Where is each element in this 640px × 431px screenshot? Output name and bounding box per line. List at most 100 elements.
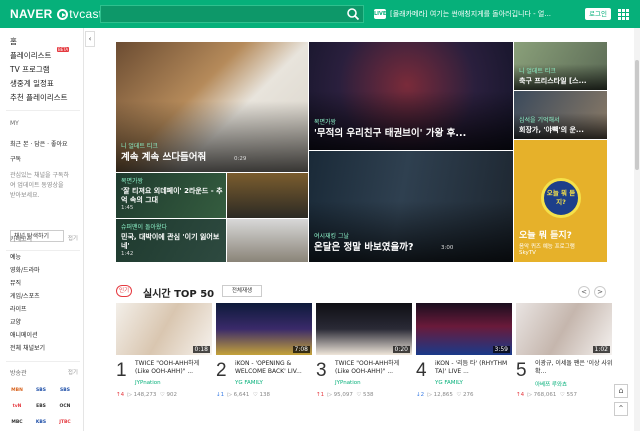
broadcast-section-title: 방송관 bbox=[10, 370, 27, 377]
broadcaster-logo[interactable]: JTBC bbox=[58, 419, 72, 427]
video-title[interactable]: TWICE "OOH-AHH하게 (Like OOH-AHH)" ... bbox=[135, 360, 213, 376]
broadcaster-logo[interactable]: OCN bbox=[58, 403, 72, 411]
tile-title: '잘 티져요 외데페이' 2라운드 - 추억 속의 그대 bbox=[121, 187, 223, 204]
view-count: 6,641 bbox=[233, 392, 250, 398]
category-item[interactable]: 교양 bbox=[10, 317, 21, 326]
like-count: 276 bbox=[463, 392, 474, 398]
video-thumbnail[interactable]: 1:02 bbox=[516, 303, 612, 355]
tile-channel: SkyTV bbox=[519, 250, 536, 256]
video-stats: ↑4 ▷ 148,273 ♡ 902 bbox=[116, 392, 177, 398]
news-ticker[interactable]: [몰래카메라] 여기는 썬애칭지게를 돌아러깁니다 - 얼... bbox=[390, 9, 551, 19]
category-all-channels[interactable]: 전체 채널보기 bbox=[10, 343, 45, 352]
like-icon: ♡ bbox=[559, 392, 565, 398]
video-rank: 4 bbox=[416, 360, 427, 381]
featured-tile[interactable]: 심석을 기억해서 회장가, '야빽'의 운... bbox=[514, 91, 607, 139]
video-card[interactable]: 3:59 4 iKON - '리듬 타' (RHYTHM TA)' LIVE ...… bbox=[416, 303, 512, 423]
featured-tile[interactable]: 니 얼데트 티크 계속 계속 쓰다듬어줘 0:29 bbox=[116, 42, 308, 172]
category-section-title: 카테고리 bbox=[10, 236, 33, 243]
video-thumbnail[interactable]: 7:08 bbox=[216, 303, 312, 355]
video-title[interactable]: 이광규, 이세돌 팬은 '이상 사위 확... bbox=[535, 360, 613, 376]
video-card[interactable]: 1:02 5 이광규, 이세돌 팬은 '이상 사위 확... 아베쯔 루와쵸 ↑4 ▷ … bbox=[516, 303, 612, 423]
tile-duration: 3:00 bbox=[441, 245, 454, 251]
broadcaster-logo[interactable]: KBS bbox=[34, 419, 48, 427]
video-channel[interactable]: 아베쯔 루와쵸 bbox=[535, 380, 567, 388]
featured-tile[interactable]: 복면가왕 '무적의 우리친구 태권브이' 가왕 후... bbox=[309, 42, 513, 150]
search-icon[interactable] bbox=[346, 7, 360, 21]
like-icon: ♡ bbox=[356, 392, 362, 398]
top50-title: 실시간 TOP 50 bbox=[143, 289, 215, 300]
search-input[interactable] bbox=[100, 5, 364, 23]
video-channel[interactable]: JYPnation bbox=[135, 380, 161, 386]
sidebar-item-subscribe[interactable]: 구독 bbox=[10, 154, 21, 163]
category-item[interactable]: 게임/스포츠 bbox=[10, 291, 40, 300]
scrollbar[interactable] bbox=[634, 28, 640, 431]
play-count-icon: ▷ bbox=[427, 392, 432, 398]
category-collapse-link[interactable]: 접기 bbox=[68, 234, 78, 242]
video-title[interactable]: TWICE "OOH-AHH하게 (Like OOH-AHH)" ... bbox=[335, 360, 413, 376]
featured-tile[interactable]: 오늘 뭐 듣지? 오늘 뭐 듣지? 음악 퀴즈 예능 프로그램 SkyTV bbox=[514, 140, 607, 262]
video-channel[interactable]: YG FAMILY bbox=[235, 380, 263, 386]
sidebar-item-home[interactable]: 홈 bbox=[10, 36, 17, 47]
video-thumbnail[interactable]: 0:20 bbox=[316, 303, 412, 355]
category-item[interactable]: 예능 bbox=[10, 252, 21, 261]
login-button[interactable]: 로그인 bbox=[585, 8, 611, 20]
broadcaster-logo[interactable]: MBN bbox=[10, 387, 24, 395]
tile-tag: 슈퍼맨이 돌아왔다 bbox=[121, 224, 168, 231]
broadcaster-logo[interactable]: tvN bbox=[10, 403, 24, 411]
scrollbar-thumb[interactable] bbox=[635, 60, 639, 170]
category-item[interactable]: 애니메이션 bbox=[10, 330, 38, 339]
prev-page-button[interactable]: < bbox=[578, 286, 590, 298]
play-count-icon: ▷ bbox=[227, 392, 232, 398]
sidebar: 홈 플레이리스트 BETA TV 프로그램 생중계 일정표 추천 플레이리스트 … bbox=[0, 28, 84, 431]
rank-change: ↑4 bbox=[516, 392, 525, 398]
show-logo: 오늘 뭐 듣지? bbox=[541, 178, 581, 218]
video-thumbnail[interactable]: 0:18 bbox=[116, 303, 212, 355]
video-duration: 1:02 bbox=[592, 346, 610, 353]
play-all-button[interactable]: 전체재생 bbox=[222, 285, 262, 297]
sidebar-item-tv-program[interactable]: TV 프로그램 bbox=[10, 64, 50, 75]
category-item[interactable]: 뮤직 bbox=[10, 278, 21, 287]
like-count: 538 bbox=[363, 392, 374, 398]
logo-tvcast: tvcast bbox=[69, 7, 103, 21]
category-item[interactable]: 영화/드라마 bbox=[10, 265, 40, 274]
video-stats: ↓2 ▷ 12,865 ♡ 276 bbox=[416, 392, 474, 398]
video-title[interactable]: iKON - '리듬 타' (RHYTHM TA)' LIVE ... bbox=[435, 360, 513, 376]
category-item[interactable]: 라이프 bbox=[10, 304, 27, 313]
broadcast-collapse-link[interactable]: 접기 bbox=[68, 368, 78, 376]
video-stats: ↓1 ▷ 6,641 ♡ 138 bbox=[216, 392, 270, 398]
broadcaster-logo[interactable]: SBS bbox=[58, 387, 72, 395]
next-page-button[interactable]: > bbox=[594, 286, 606, 298]
featured-tile[interactable]: 여시재킹 그날 온달은 정말 바보였을까? 3:00 bbox=[309, 151, 513, 262]
sidebar-item-history[interactable]: 최근 본 · 담은 · 좋아요 bbox=[10, 139, 68, 148]
video-channel[interactable]: YG FAMILY bbox=[435, 380, 463, 386]
tile-tag: 복면가왕 bbox=[314, 119, 337, 126]
sidebar-item-playlist[interactable]: 플레이리스트 BETA bbox=[10, 47, 70, 61]
play-count-icon: ▷ bbox=[127, 392, 132, 398]
video-card[interactable]: 0:18 1 TWICE "OOH-AHH하게 (Like OOH-AHH)" ..… bbox=[116, 303, 212, 423]
sidebar-collapse-button[interactable]: ‹ bbox=[85, 31, 95, 47]
video-card[interactable]: 0:20 3 TWICE "OOH-AHH하게 (Like OOH-AHH)" ..… bbox=[316, 303, 412, 423]
featured-tile-thumb[interactable] bbox=[227, 173, 308, 218]
like-count: 138 bbox=[259, 392, 271, 398]
featured-tile[interactable]: 복면가왕 '잘 티져요 외데페이' 2라운드 - 추억 속의 그대 1:45 bbox=[116, 173, 226, 218]
sidebar-item-live-schedule[interactable]: 생중계 일정표 bbox=[10, 78, 54, 89]
sidebar-item-recommended[interactable]: 추천 플레이리스트 bbox=[10, 92, 68, 103]
broadcaster-logo[interactable]: SBS bbox=[34, 387, 48, 395]
tile-tag: 심석을 기억해서 bbox=[519, 117, 560, 124]
scroll-top-icon[interactable]: ⌃ bbox=[614, 402, 628, 416]
video-title[interactable]: iKON - 'OPENING & WELCOME BACK' LIV... bbox=[235, 360, 313, 376]
beta-badge: BETA bbox=[57, 47, 70, 52]
broadcaster-logo[interactable]: MBC bbox=[10, 419, 24, 427]
featured-tile-thumb[interactable] bbox=[227, 219, 308, 262]
featured-tile[interactable]: 슈퍼맨이 돌아왔다 민국, 대박이에 관심 '이기 잃어보네' 1:42 bbox=[116, 219, 226, 262]
apps-grid-icon[interactable] bbox=[618, 9, 629, 20]
featured-tile[interactable]: 니 얼데트 티크 축구 프리스타일 [스... bbox=[514, 42, 607, 90]
broadcaster-logo[interactable]: EBS bbox=[34, 403, 48, 411]
video-thumbnail[interactable]: 3:59 bbox=[416, 303, 512, 355]
video-card[interactable]: 7:08 2 iKON - 'OPENING & WELCOME BACK' LIV… bbox=[216, 303, 312, 423]
video-stats: ↑4 ▷ 768,061 ♡ 557 bbox=[516, 392, 577, 398]
naver-tvcast-logo[interactable]: NAVER tvcast bbox=[10, 7, 102, 21]
home-icon[interactable]: ⌂ bbox=[614, 384, 628, 398]
tile-title: 민국, 대박이에 관심 '이기 잃어보네' bbox=[121, 233, 220, 250]
video-channel[interactable]: JYPnation bbox=[335, 380, 361, 386]
